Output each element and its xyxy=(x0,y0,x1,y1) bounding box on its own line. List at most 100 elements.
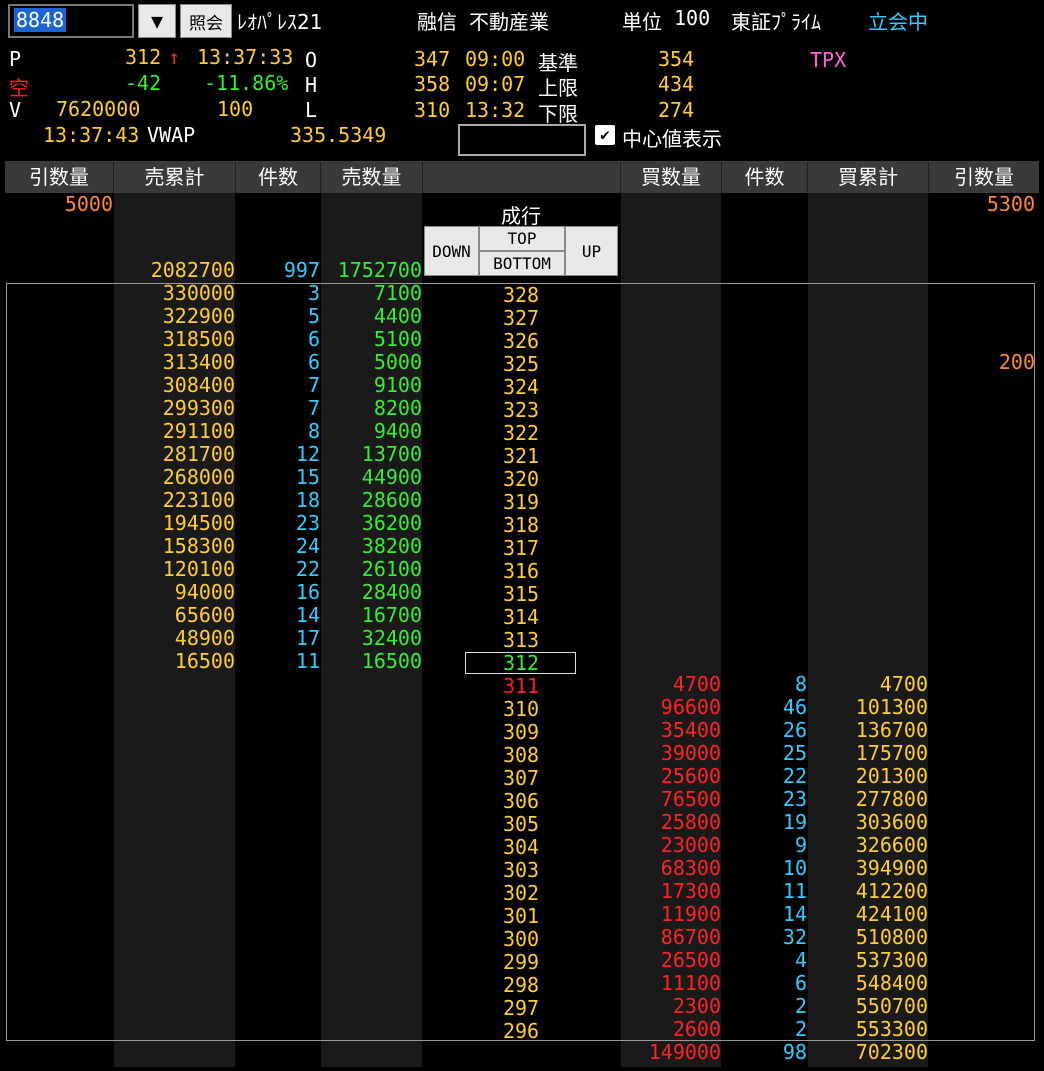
ask-qty[interactable]: 5000 xyxy=(321,351,422,374)
ask-count: 23 xyxy=(295,511,320,535)
price-level[interactable]: 313 xyxy=(422,629,620,652)
price-level[interactable]: 303 xyxy=(422,859,620,882)
top-button[interactable]: TOP xyxy=(479,226,565,251)
base-price: 354 xyxy=(658,47,695,71)
ask-qty[interactable]: 9100 xyxy=(321,374,422,397)
ask-qty[interactable]: 4400 xyxy=(321,305,422,328)
market: 東証ﾌﾟﾗｲﾑ xyxy=(731,10,821,34)
bid-qty[interactable]: 26500 xyxy=(621,949,721,972)
bid-qty[interactable]: 17300 xyxy=(621,880,721,903)
price-level[interactable]: 325 xyxy=(422,353,620,376)
stock-name: ﾚｵﾊﾟﾚｽ21 xyxy=(237,10,323,34)
open-time: 09:00 xyxy=(465,47,526,71)
price-level[interactable]: 310 xyxy=(422,698,620,721)
col-sell-qty[interactable]: 売数量 xyxy=(321,161,422,193)
price-level[interactable]: 327 xyxy=(422,307,620,330)
price-level[interactable]: 308 xyxy=(422,744,620,767)
bottom-button[interactable]: BOTTOM xyxy=(479,251,565,276)
col-sell-cumulative[interactable]: 売累計 xyxy=(114,161,235,193)
center-display-label: 中心値表示 xyxy=(622,127,722,151)
price-level[interactable]: 298 xyxy=(422,974,620,997)
price-level[interactable]: 324 xyxy=(422,376,620,399)
ask-qty[interactable]: 38200 xyxy=(321,535,422,558)
ask-qty[interactable]: 28600 xyxy=(321,489,422,512)
bid-qty[interactable]: 11100 xyxy=(621,972,721,995)
ask-cumulative: 313400 xyxy=(162,350,235,374)
down-button[interactable]: DOWN xyxy=(424,226,479,276)
bid-cumulative: 4700 xyxy=(879,672,928,696)
ask-qty[interactable]: 44900 xyxy=(321,466,422,489)
ask-qty[interactable]: 36200 xyxy=(321,512,422,535)
bid-qty[interactable]: 25600 xyxy=(621,765,721,788)
price-level[interactable]: 309 xyxy=(422,721,620,744)
price-level[interactable]: 314 xyxy=(422,606,620,629)
bid-qty[interactable]: 76500 xyxy=(621,788,721,811)
bid-qty[interactable]: 2600 xyxy=(621,1018,721,1041)
up-button[interactable]: UP xyxy=(565,226,618,276)
price-level[interactable]: 300 xyxy=(422,928,620,951)
price-level[interactable]: 307 xyxy=(422,767,620,790)
col-buy-qty[interactable]: 買数量 xyxy=(621,161,721,193)
bid-qty[interactable]: 4700 xyxy=(621,673,721,696)
ask-qty[interactable]: 16700 xyxy=(321,604,422,627)
price-level[interactable]: 316 xyxy=(422,560,620,583)
bid-qty[interactable]: 96600 xyxy=(621,696,721,719)
price-level[interactable]: 297 xyxy=(422,997,620,1020)
bid-qty[interactable]: 35400 xyxy=(621,719,721,742)
ask-qty[interactable]: 13700 xyxy=(321,443,422,466)
price-level[interactable]: 299 xyxy=(422,951,620,974)
price-level[interactable]: 319 xyxy=(422,491,620,514)
price-level[interactable]: 315 xyxy=(422,583,620,606)
bid-qty[interactable]: 86700 xyxy=(621,926,721,949)
price-level[interactable]: 306 xyxy=(422,790,620,813)
price-level[interactable]: 328 xyxy=(422,284,620,307)
center-display-checkbox[interactable]: ✔ xyxy=(595,125,615,145)
ask-qty[interactable]: 7100 xyxy=(321,282,422,305)
sell-close-qty: 5000 xyxy=(64,192,113,216)
center-price-input[interactable] xyxy=(458,124,586,156)
upper-limit: 434 xyxy=(658,72,695,96)
price-level[interactable]: 321 xyxy=(422,445,620,468)
bid-qty[interactable]: 11900 xyxy=(621,903,721,926)
col-sell-count[interactable]: 件数 xyxy=(236,161,320,193)
dropdown-button[interactable]: ▼ xyxy=(138,4,176,38)
bid-cumulative: 175700 xyxy=(855,741,928,765)
price-level[interactable]: 318 xyxy=(422,514,620,537)
stock-code-input[interactable]: 8848 xyxy=(8,4,134,38)
bid-qty[interactable]: 68300 xyxy=(621,857,721,880)
ask-qty[interactable]: 16500 xyxy=(321,650,422,673)
ask-cumulative: 281700 xyxy=(162,442,235,466)
bid-qty[interactable]: 23000 xyxy=(621,834,721,857)
ask-qty[interactable]: 8200 xyxy=(321,397,422,420)
ask-qty[interactable]: 32400 xyxy=(321,627,422,650)
col-buy-count[interactable]: 件数 xyxy=(722,161,807,193)
col-buy-cumulative[interactable]: 買累計 xyxy=(808,161,928,193)
price-level[interactable]: 302 xyxy=(422,882,620,905)
col-sell-close-qty[interactable]: 引数量 xyxy=(5,161,113,193)
bid-cumulative: 394900 xyxy=(855,856,928,880)
price-level[interactable]: 311 xyxy=(422,675,620,698)
price-level[interactable]: 304 xyxy=(422,836,620,859)
ask-count: 22 xyxy=(295,557,320,581)
price-level[interactable]: 322 xyxy=(422,422,620,445)
bid-qty[interactable]: 25800 xyxy=(621,811,721,834)
price-level[interactable]: 323 xyxy=(422,399,620,422)
price-level[interactable]: 305 xyxy=(422,813,620,836)
price-level[interactable]: 320 xyxy=(422,468,620,491)
col-buy-close-qty[interactable]: 引数量 xyxy=(929,161,1039,193)
lookup-button[interactable]: 照会 xyxy=(180,4,232,38)
ask-qty[interactable]: 28400 xyxy=(321,581,422,604)
ask-cumulative: 223100 xyxy=(162,488,235,512)
lower-limit: 274 xyxy=(658,98,695,122)
bid-cumulative: 101300 xyxy=(855,695,928,719)
bid-qty[interactable]: 39000 xyxy=(621,742,721,765)
ask-qty[interactable]: 5100 xyxy=(321,328,422,351)
bid-qty[interactable]: 2300 xyxy=(621,995,721,1018)
ask-qty[interactable]: 26100 xyxy=(321,558,422,581)
bid-count: 23 xyxy=(782,787,807,811)
ask-qty[interactable]: 9400 xyxy=(321,420,422,443)
price-level[interactable]: 296 xyxy=(422,1020,620,1043)
price-level[interactable]: 326 xyxy=(422,330,620,353)
price-level[interactable]: 317 xyxy=(422,537,620,560)
price-level[interactable]: 301 xyxy=(422,905,620,928)
